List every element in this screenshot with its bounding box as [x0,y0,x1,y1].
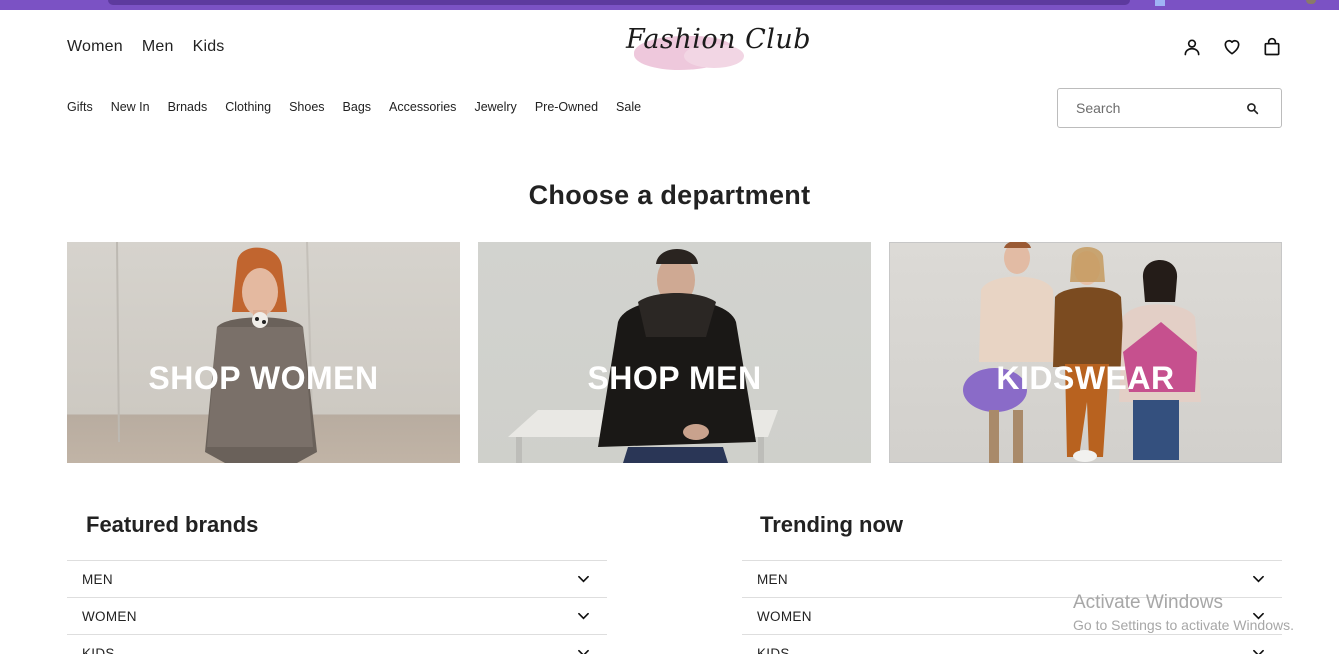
accordion-item-kids[interactable]: KIDS [742,634,1282,654]
accordion-label: WOMEN [82,609,137,624]
activate-windows-watermark: Activate Windows Go to Settings to activ… [1073,592,1294,633]
shop-men-tile[interactable]: SHOP MEN [478,242,871,463]
accordion-label: MEN [757,572,788,587]
browser-top-strip [0,0,1339,10]
browser-indicator [1155,0,1165,6]
site-logo[interactable]: Fashion Club [624,18,811,76]
user-icon[interactable] [1182,37,1202,57]
model-photo [116,242,317,463]
category-gifts[interactable]: Gifts [67,100,93,114]
chevron-down-icon [1253,575,1264,583]
search-input[interactable] [1076,100,1236,116]
category-shoes[interactable]: Shoes [289,100,324,114]
nav-men[interactable]: Men [142,38,174,56]
category-sale[interactable]: Sale [616,100,641,114]
search-icon[interactable] [1246,102,1259,115]
category-accessories[interactable]: Accessories [389,100,456,114]
tile-label: SHOP WOMEN [148,360,379,396]
page-heading: Choose a department [528,180,811,210]
accordion-label: WOMEN [757,609,812,624]
logo-text: Fashion Club [626,24,812,55]
category-new-in[interactable]: New In [111,100,150,114]
model-photo [508,249,778,463]
category-jewelry[interactable]: Jewelry [474,100,516,114]
category-clothing[interactable]: Clothing [225,100,271,114]
chevron-down-icon [578,612,589,620]
search-box [1057,88,1282,128]
featured-brands-list: MEN WOMEN KIDS [67,560,607,654]
featured-brands-title: Featured brands [86,512,259,537]
header-icons [1182,37,1282,57]
chevron-down-icon [578,649,589,654]
watermark-title: Activate Windows [1073,592,1223,613]
browser-tab-bar [108,0,1130,5]
chevron-down-icon [1253,649,1264,654]
category-brands[interactable]: Brnads [168,100,208,114]
trending-now-title: Trending now [760,512,903,537]
accordion-item-kids[interactable]: KIDS [67,634,607,654]
accordion-label: KIDS [82,646,115,654]
watermark-subtitle: Go to Settings to activate Windows. [1073,617,1294,633]
heart-icon[interactable] [1222,37,1242,57]
accordion-label: MEN [82,572,113,587]
category-nav: Gifts New In Brnads Clothing Shoes Bags … [67,100,641,114]
shop-women-tile[interactable]: SHOP WOMEN [67,242,460,463]
model-photo [963,242,1201,463]
nav-kids[interactable]: Kids [193,38,225,56]
shopping-bag-icon[interactable] [1262,37,1282,57]
tile-label: KIDSWEAR [996,360,1175,396]
browser-avatar [1306,0,1316,4]
nav-women[interactable]: Women [67,38,123,56]
category-pre-owned[interactable]: Pre-Owned [535,100,598,114]
department-nav: Women Men Kids [67,38,225,56]
chevron-down-icon [578,575,589,583]
accordion-item-women[interactable]: WOMEN [67,597,607,634]
accordion-label: KIDS [757,646,790,654]
tile-label: SHOP MEN [587,360,762,396]
kidswear-tile[interactable]: KIDSWEAR [889,242,1282,463]
category-bags[interactable]: Bags [343,100,372,114]
accordion-item-men[interactable]: MEN [67,560,607,597]
